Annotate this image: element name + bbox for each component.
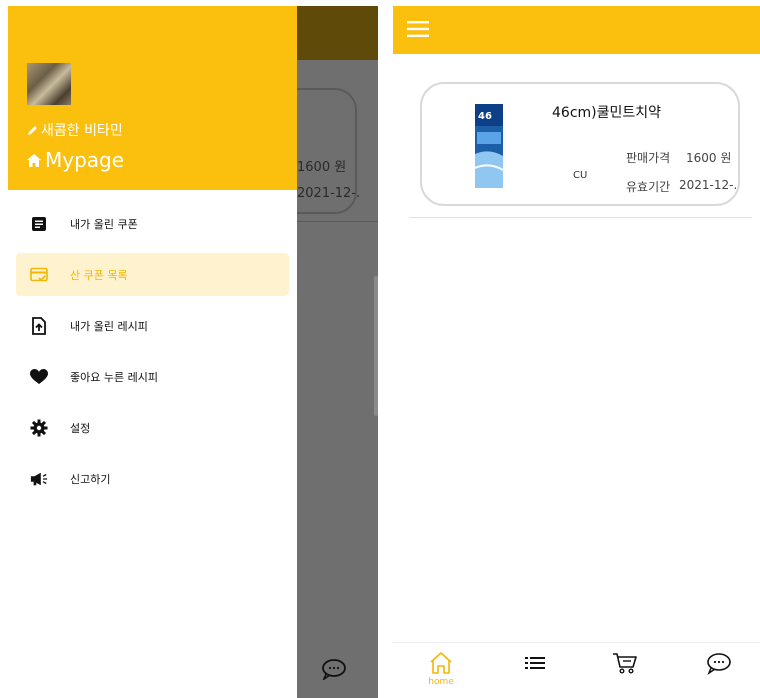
toothpaste-product-image: 46 [475, 104, 503, 188]
app-topbar [393, 6, 760, 54]
nav-cart[interactable] [605, 651, 645, 695]
coupon-store: CU [573, 170, 588, 181]
left-screen: 1600 원 2021-12-. 새콤한 비타민 Mypage 내가 올린 쿠폰… [8, 6, 378, 698]
expiry-value: 2021-12-. [679, 178, 738, 192]
heart-icon [30, 368, 48, 384]
menu-item-my-recipes[interactable]: 내가 올린 레시피 [16, 304, 289, 347]
dimmed-price: 1600 원 [297, 160, 347, 175]
card-check-icon [30, 267, 48, 281]
coupon-card[interactable]: 46 46cm)쿨민트치약 CU 판매가격 1600 원 유효기간 2021-1… [420, 82, 740, 206]
nav-home[interactable]: home [421, 651, 461, 695]
menu-label: 설정 [70, 421, 91, 435]
menu-label: 좋아요 누른 레시피 [70, 370, 158, 384]
menu-label: 산 쿠폰 목록 [70, 268, 128, 282]
menu-item-liked-recipes[interactable]: 좋아요 누른 레시피 [16, 355, 289, 398]
chat-icon [707, 653, 731, 675]
coupon-product-name: 46cm)쿨민트치약 [552, 105, 662, 121]
pencil-icon [28, 125, 37, 135]
nav-home-label: home [428, 677, 454, 687]
menu-label: 신고하기 [70, 472, 111, 486]
nickname-text: 새콤한 비타민 [41, 123, 123, 139]
home-icon [430, 652, 452, 674]
gear-icon [30, 419, 48, 436]
menu-item-report[interactable]: 신고하기 [16, 457, 289, 500]
cart-icon [613, 653, 637, 674]
right-screen: 46 46cm)쿨민트치약 CU 판매가격 1600 원 유효기간 2021-1… [393, 6, 760, 698]
nav-list[interactable] [515, 651, 555, 695]
megaphone-icon [30, 472, 48, 485]
list-icon [525, 657, 545, 669]
dimmed-date: 2021-12-. [297, 186, 361, 201]
expiry-label: 유효기간 [626, 180, 671, 194]
hamburger-menu-icon[interactable] [407, 21, 429, 37]
svg-text:46: 46 [478, 111, 492, 122]
mypage-label: Mypage [45, 148, 125, 172]
menu-item-settings[interactable]: 설정 [16, 406, 289, 449]
price-label: 판매가격 [626, 151, 671, 165]
menu-item-my-coupons[interactable]: 내가 올린 쿠폰 [16, 202, 289, 245]
home-icon [27, 153, 41, 167]
document-icon [32, 216, 46, 231]
bottom-navigation: home [393, 642, 760, 698]
nav-chat[interactable] [699, 651, 739, 695]
avatar[interactable] [27, 63, 71, 105]
nickname: 새콤한 비타민 [27, 120, 123, 140]
drawer-header: 새콤한 비타민 Mypage [8, 6, 297, 190]
dimmed-scrollbar [374, 276, 378, 416]
chat-icon [322, 659, 346, 680]
mypage-link[interactable]: Mypage [27, 148, 124, 172]
price-value: 1600 원 [686, 151, 732, 165]
drawer-menu: 내가 올린 쿠폰 산 쿠폰 목록 내가 올린 레시피 좋아요 누른 레시피 설정… [8, 202, 297, 508]
menu-item-bought-coupons[interactable]: 산 쿠폰 목록 [16, 253, 289, 296]
list-divider [409, 217, 752, 218]
navigation-drawer: 새콤한 비타민 Mypage 내가 올린 쿠폰 산 쿠폰 목록 내가 올린 레시… [8, 6, 297, 698]
dimmed-divider [293, 221, 378, 222]
menu-label: 내가 올린 레시피 [70, 319, 148, 333]
file-upload-icon [32, 316, 46, 335]
menu-label: 내가 올린 쿠폰 [70, 217, 138, 231]
